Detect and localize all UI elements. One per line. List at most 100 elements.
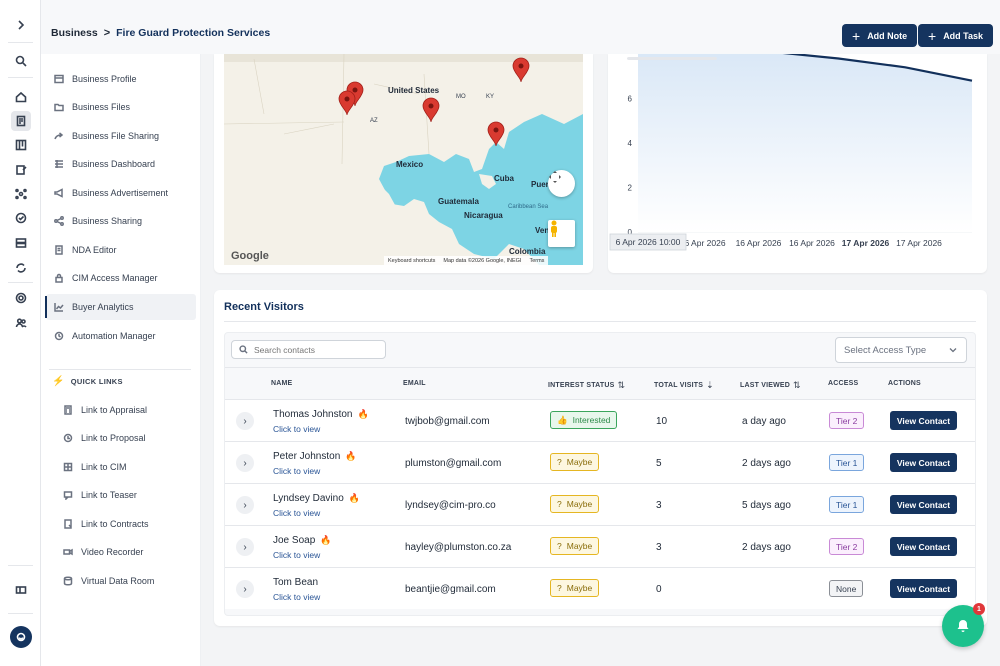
sidebar-item-business-advertisement[interactable]: Business Advertisement [46,180,196,206]
quick-link-appraisal[interactable]: Link to Appraisal [63,399,147,421]
sort-icon[interactable]: ⇅ [618,380,626,391]
last-viewed: a day ago [742,416,786,427]
click-to-view-link[interactable]: Click to view [273,508,320,518]
map-marker[interactable] [487,121,505,147]
column-label: INTEREST STATUS [548,382,615,389]
visitor-name: Thomas Johnston [273,409,353,420]
settings-gear-icon[interactable] [11,288,31,308]
search-contacts-field[interactable] [231,340,386,359]
breadcrumb-root[interactable]: Business [51,27,98,39]
breadcrumb-separator: > [103,27,111,39]
interest-status-label: Maybe [566,541,593,551]
sidebar-item-business-dashboard[interactable]: Business Dashboard [46,151,196,177]
column-last-viewed[interactable]: LAST VIEWED ⇅ [740,380,801,391]
sidebar-item-label: Buyer Analytics [72,302,134,312]
click-to-view-link[interactable]: Click to view [273,592,320,602]
plus-icon: + [928,27,937,44]
chart-x-tick-label: 16 Apr 2026 [736,238,782,248]
view-contact-button[interactable]: View Contact [890,453,957,472]
column-name: NAME [271,380,292,387]
expand-row-chevron-icon[interactable]: › [236,412,254,430]
expand-row-chevron-icon[interactable]: › [236,496,254,514]
total-visits: 10 [656,416,668,427]
sidebar-item-label: NDA Editor [72,245,117,255]
table-row: › Lyndsey Davino 🔥 Click to view lyndsey@… [225,483,975,525]
expand-row-chevron-icon[interactable]: › [236,454,254,472]
bell-icon [957,620,969,632]
visitor-name: Peter Johnston [273,451,341,462]
interest-status-label: Maybe [566,583,593,593]
click-to-view-link[interactable]: Click to view [273,550,320,560]
terms-link[interactable]: Terms [529,258,544,264]
column-interest-status[interactable]: INTEREST STATUS ⇅ [548,380,625,391]
kanban-icon[interactable] [11,135,31,155]
add-note-button[interactable]: + Add Note [842,24,918,47]
quick-link-virtual-data-room[interactable]: Virtual Data Room [63,570,154,592]
column-label: ACTIONS [888,380,921,387]
search-contacts-input[interactable] [254,344,374,355]
edit-document-icon[interactable] [11,160,31,180]
map-marker[interactable] [512,57,530,83]
sync-icon[interactable] [11,258,31,278]
expand-row-chevron-icon[interactable]: › [236,538,254,556]
visitor-map[interactable]: United States Mexico Cuba Puer Guatemala… [224,54,583,265]
map-data-credit: Map data ©2026 Google, INEGI [443,257,522,264]
sidebar-item-cim-access-manager[interactable]: CIM Access Manager [46,265,196,291]
quick-link-teaser[interactable]: Link to Teaser [63,484,137,506]
total-visits: 3 [656,542,662,553]
map-pan-control[interactable] [548,170,575,197]
message-icon [63,491,73,500]
quick-link-video-recorder[interactable]: Video Recorder [63,541,143,563]
home-icon[interactable] [11,87,31,107]
view-contact-button[interactable]: View Contact [890,537,957,556]
user-avatar[interactable] [10,626,32,648]
chart-x-tick-label: 17 Apr 2026 [896,238,942,248]
sidebar-item-business-sharing[interactable]: Business Sharing [46,208,196,234]
sidebar-item-label: CIM Access Manager [72,273,158,283]
question-circle-icon: ? [557,583,562,593]
map-marker[interactable] [338,90,356,116]
panel-toggle-icon[interactable] [11,580,31,600]
view-contact-button[interactable]: View Contact [890,411,957,430]
document-icon [55,245,63,255]
search-icon[interactable] [11,51,31,71]
quick-link-contracts[interactable]: Link to Contracts [63,513,149,535]
view-contact-button[interactable]: View Contact [890,495,957,514]
sidebar-item-buyer-analytics[interactable]: Buyer Analytics [45,294,196,320]
click-to-view-link[interactable]: Click to view [273,466,320,476]
quick-link-proposal[interactable]: Link to Proposal [63,427,146,449]
hot-lead-flame-icon: 🔥 [320,535,332,545]
map-marker[interactable] [422,97,440,123]
sidebar-item-nda-editor[interactable]: NDA Editor [46,237,196,263]
keyboard-shortcuts-link[interactable]: Keyboard shortcuts [388,258,435,264]
share-icon [54,132,64,140]
business-icon[interactable] [11,111,31,131]
sidebar-item-label: Business Files [72,102,131,112]
active-indicator [45,296,47,318]
expand-chevron-icon[interactable] [11,15,31,35]
view-contact-button[interactable]: View Contact [890,579,957,598]
network-icon[interactable] [11,184,31,204]
recent-visitors-title: Recent Visitors [224,301,304,313]
add-task-button[interactable]: + Add Task [918,24,994,47]
sidebar-item-label: Business Advertisement [72,188,169,198]
quick-link-cim[interactable]: Link to CIM [63,456,127,478]
sort-icon[interactable]: ⇅ [793,380,801,391]
access-type-select[interactable]: Select Access Type [835,337,967,363]
check-circle-icon[interactable] [11,208,31,228]
sort-descending-icon[interactable]: ⇣ [706,380,714,391]
expand-row-chevron-icon[interactable]: › [236,580,254,598]
sidebar-item-business-profile[interactable]: Business Profile [46,66,196,92]
column-total-visits[interactable]: TOTAL VISITS ⇣ [654,380,714,391]
users-icon[interactable] [11,313,31,333]
street-view-pegman[interactable] [548,220,575,247]
sidebar-item-business-files[interactable]: Business Files [46,94,196,120]
chart-x-tick-label: 16 Apr 2026 [789,238,835,248]
megaphone-icon [54,188,63,198]
chart-area-fill [638,54,972,232]
click-to-view-link[interactable]: Click to view [273,424,320,434]
sidebar-item-business-file-sharing[interactable]: Business File Sharing [46,123,196,149]
sidebar-item-label: Business Profile [72,74,137,84]
sidebar-item-automation-manager[interactable]: Automation Manager [46,323,196,349]
storage-icon[interactable] [11,233,31,253]
